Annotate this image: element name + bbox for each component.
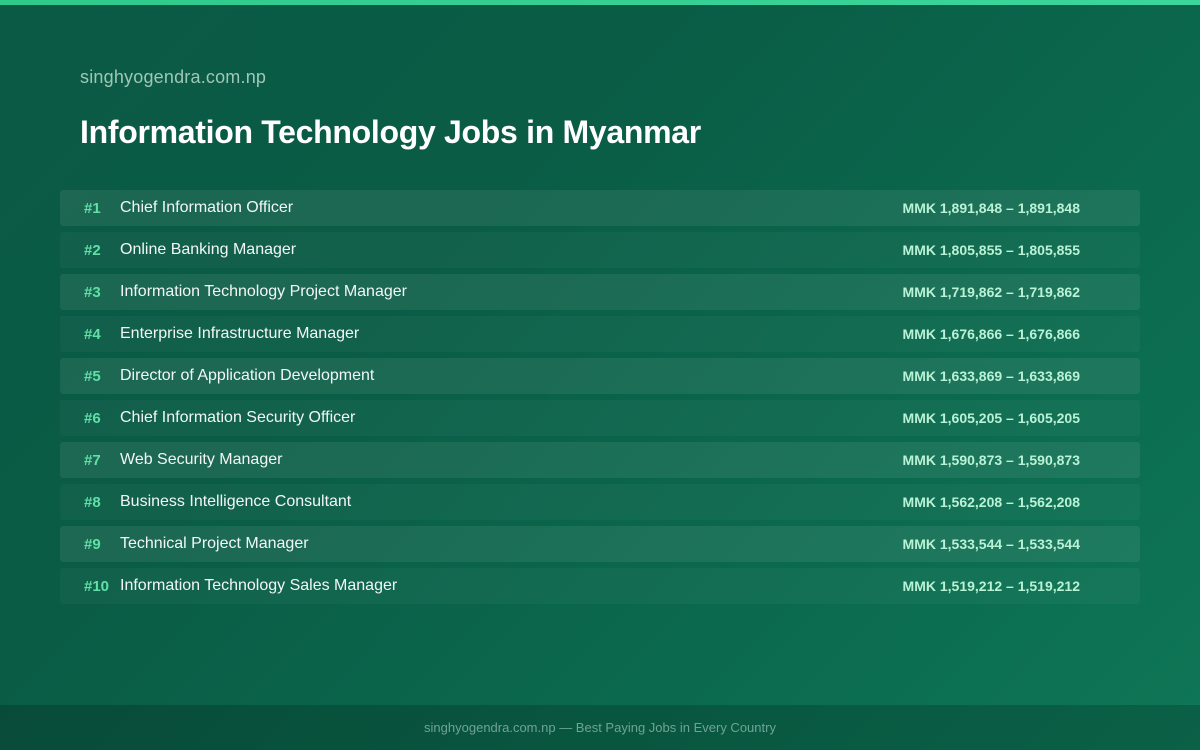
job-title: Business Intelligence Consultant xyxy=(120,493,352,510)
job-salary: MMK 1,891,848 – 1,891,848 xyxy=(902,200,1080,216)
job-row: #7 Web Security Manager MMK 1,590,873 – … xyxy=(60,442,1140,478)
job-salary: MMK 1,533,544 – 1,533,544 xyxy=(902,536,1080,552)
job-rank: #9 xyxy=(84,535,101,553)
job-title: Technical Project Manager xyxy=(120,535,309,552)
site-name: singhyogendra.com.np xyxy=(80,67,267,87)
job-salary: MMK 1,805,855 – 1,805,855 xyxy=(902,242,1080,258)
top-accent-bar xyxy=(0,0,1200,5)
job-row: #3 Information Technology Project Manage… xyxy=(60,274,1140,310)
job-title: Web Security Manager xyxy=(120,451,283,468)
job-salary: MMK 1,562,208 – 1,562,208 xyxy=(902,494,1080,510)
footer: singhyogendra.com.np — Best Paying Jobs … xyxy=(0,705,1200,750)
footer-text: singhyogendra.com.np — Best Paying Jobs … xyxy=(424,720,776,735)
job-rank: #8 xyxy=(84,493,101,511)
job-salary: MMK 1,605,205 – 1,605,205 xyxy=(902,410,1080,426)
job-rank: #3 xyxy=(84,283,101,301)
job-row: #6 Chief Information Security Officer MM… xyxy=(60,400,1140,436)
job-title: Online Banking Manager xyxy=(120,241,297,258)
job-rank: #1 xyxy=(84,199,101,217)
job-row: #9 Technical Project Manager MMK 1,533,5… xyxy=(60,526,1140,562)
job-rank: #5 xyxy=(84,367,101,385)
job-row: #2 Online Banking Manager MMK 1,805,855 … xyxy=(60,232,1140,268)
job-row: #8 Business Intelligence Consultant MMK … xyxy=(60,484,1140,520)
job-title: Enterprise Infrastructure Manager xyxy=(120,325,360,342)
job-rank: #7 xyxy=(84,451,101,469)
job-row: #4 Enterprise Infrastructure Manager MMK… xyxy=(60,316,1140,352)
job-salary: MMK 1,633,869 – 1,633,869 xyxy=(902,368,1080,384)
job-title: Chief Information Officer xyxy=(120,199,294,216)
job-title: Chief Information Security Officer xyxy=(120,409,356,426)
job-row: #10 Information Technology Sales Manager… xyxy=(60,568,1140,604)
job-row: #1 Chief Information Officer MMK 1,891,8… xyxy=(60,190,1140,226)
job-rank: #10 xyxy=(84,577,110,595)
jobs-list: #1 Chief Information Officer MMK 1,891,8… xyxy=(60,190,1140,610)
job-rank: #2 xyxy=(84,241,101,259)
job-rank: #6 xyxy=(84,409,101,427)
job-rank: #4 xyxy=(84,325,101,343)
job-row: #5 Director of Application Development M… xyxy=(60,358,1140,394)
job-salary: MMK 1,590,873 – 1,590,873 xyxy=(902,452,1080,468)
page-title: Information Technology Jobs in Myanmar xyxy=(80,114,701,150)
job-title: Information Technology Sales Manager xyxy=(120,577,398,594)
job-salary: MMK 1,676,866 – 1,676,866 xyxy=(902,326,1080,342)
job-title: Director of Application Development xyxy=(120,367,375,384)
job-salary: MMK 1,519,212 – 1,519,212 xyxy=(902,578,1080,594)
job-title: Information Technology Project Manager xyxy=(120,283,407,300)
job-salary: MMK 1,719,862 – 1,719,862 xyxy=(902,284,1080,300)
